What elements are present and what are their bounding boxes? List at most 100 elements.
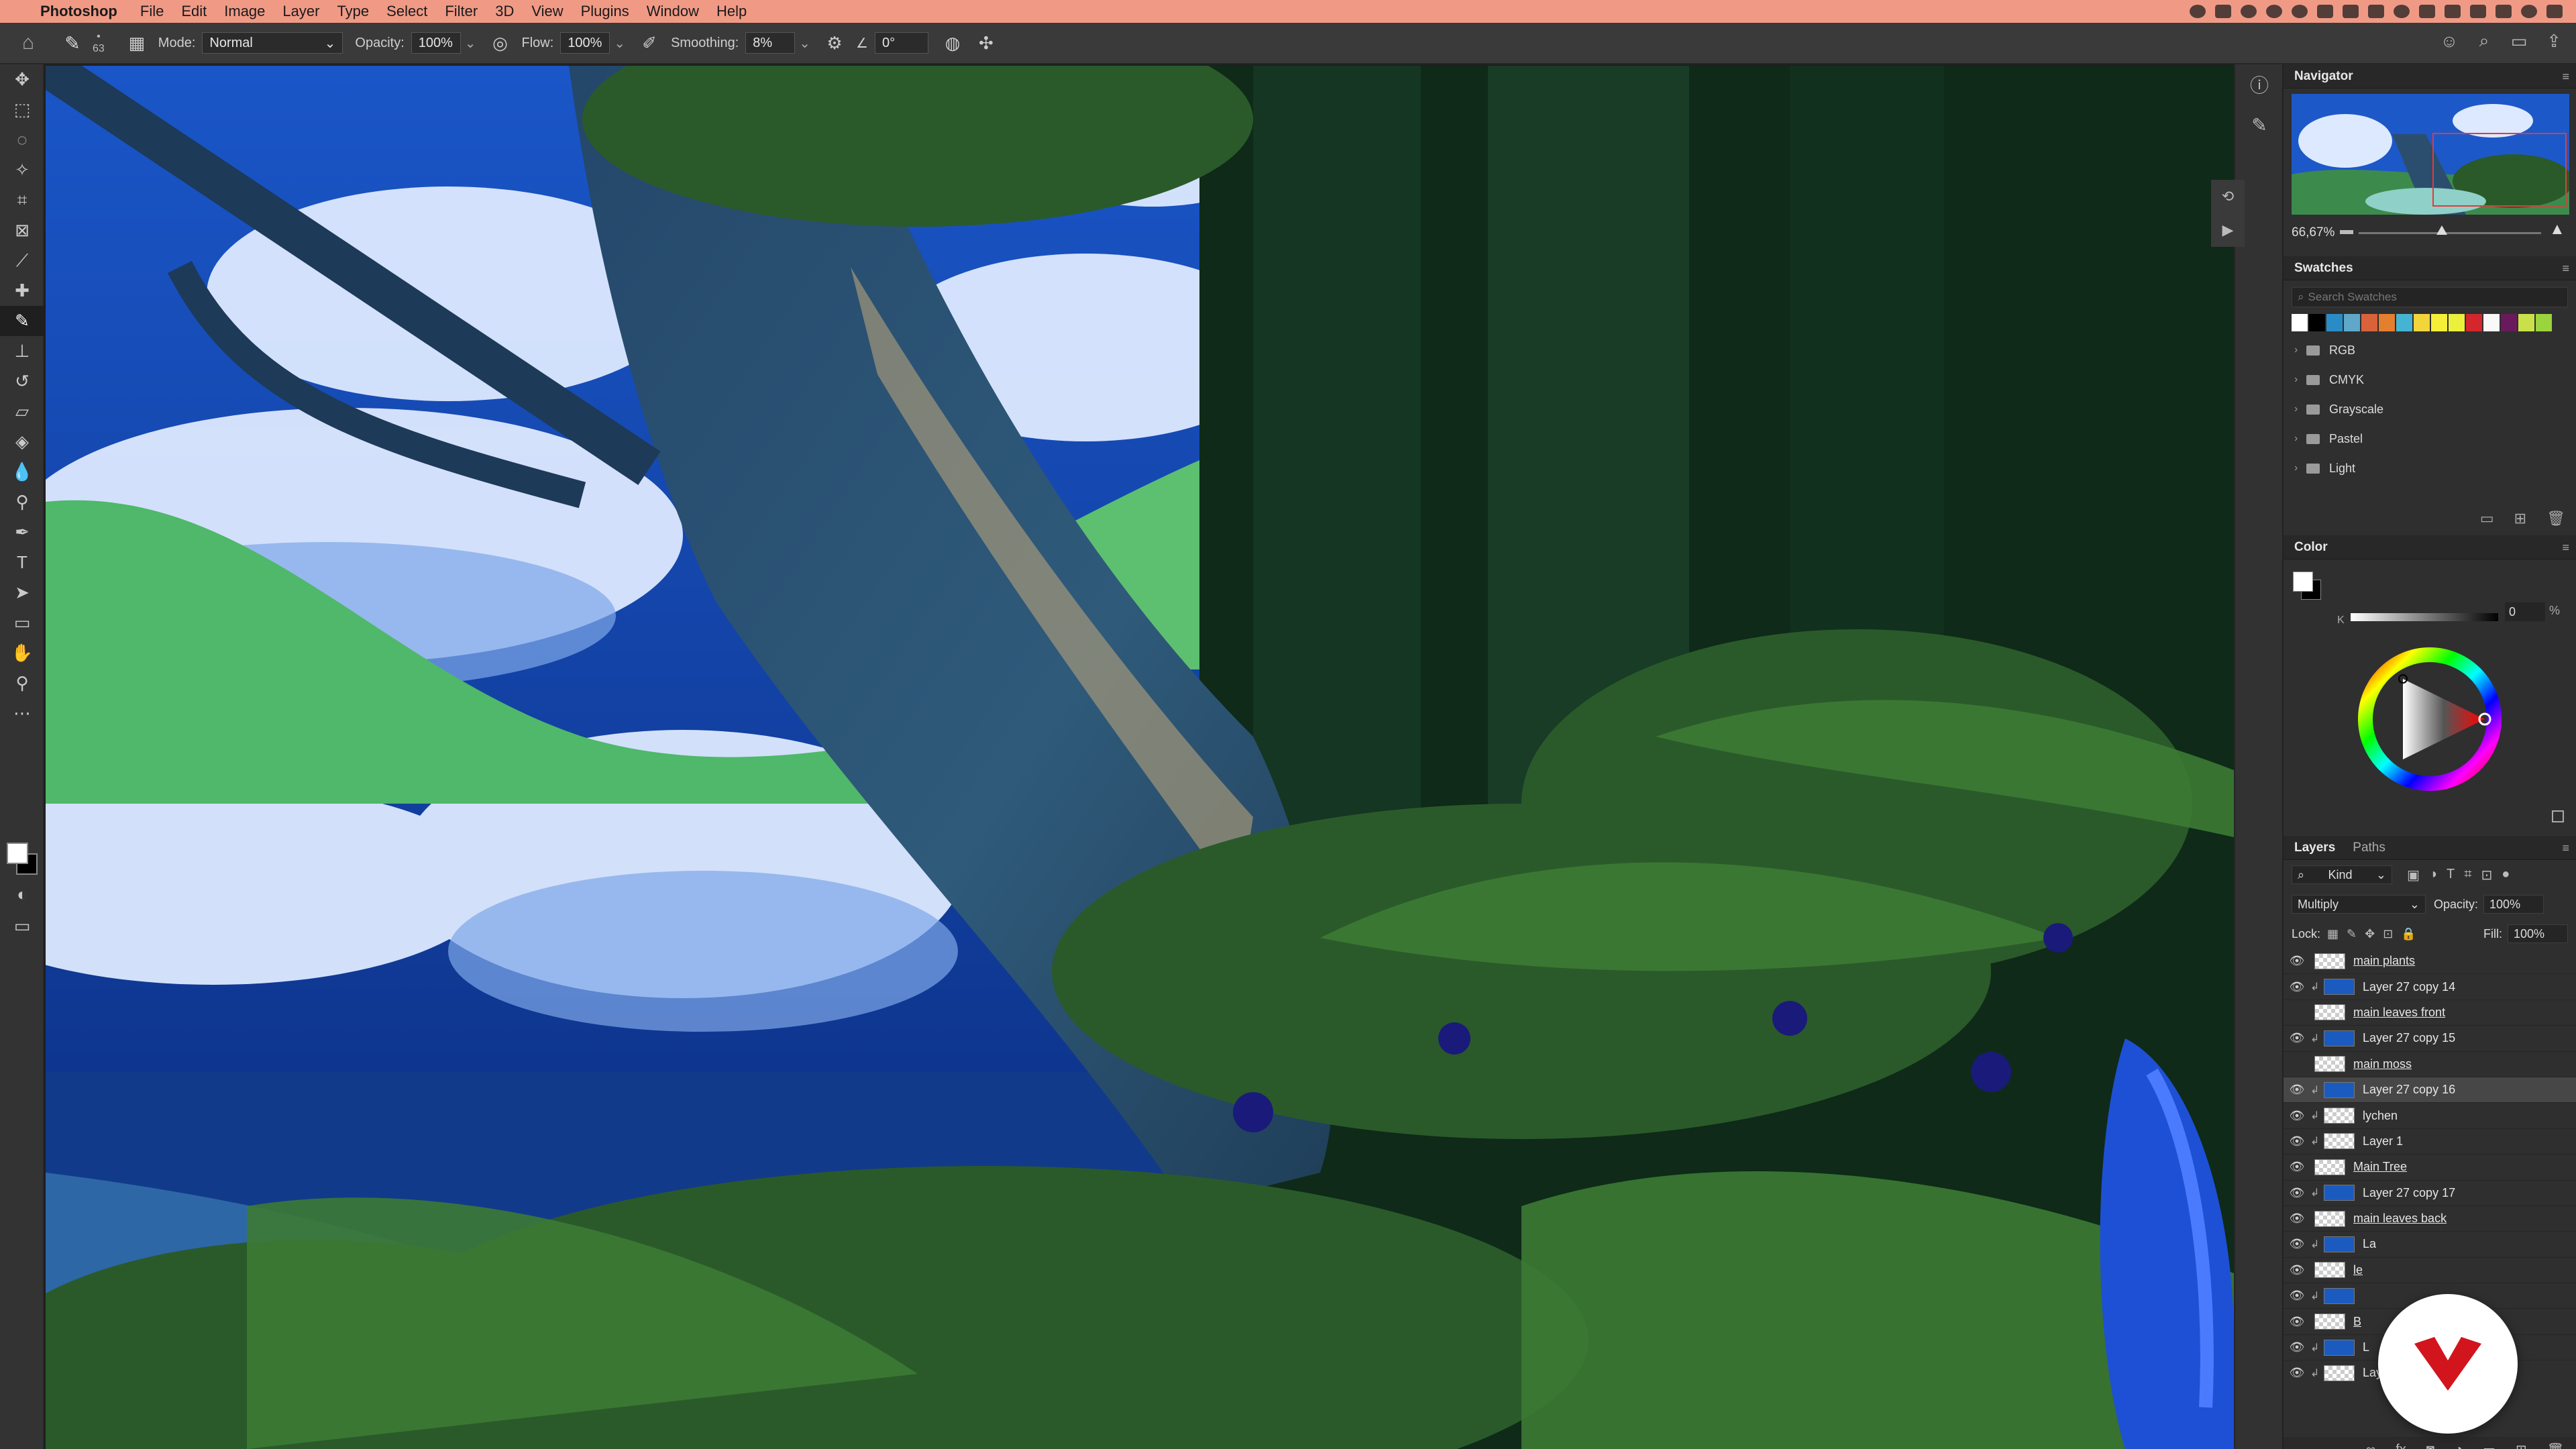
tab-paths[interactable]: Paths	[2353, 841, 2385, 855]
visibility-eye-icon[interactable]: 👁	[2284, 1186, 2310, 1200]
search-icon[interactable]: ⌕	[2473, 30, 2496, 52]
layer-thumbnail[interactable]	[2314, 1056, 2345, 1073]
navigator-zoom-slider[interactable]	[2359, 232, 2541, 234]
type-tool-icon[interactable]: T	[0, 547, 44, 578]
k-channel-slider[interactable]	[2351, 613, 2498, 621]
layer-row[interactable]: 👁 ↲ La	[2284, 1232, 2576, 1258]
lock-artboard-icon[interactable]: ⊡	[2383, 927, 2393, 941]
status-bluetooth-icon[interactable]	[2445, 5, 2461, 18]
status-controlcenter-icon[interactable]	[2546, 5, 2563, 18]
lock-all-icon[interactable]: 🔒	[2401, 927, 2416, 941]
lock-transparency-icon[interactable]: ▦	[2327, 927, 2339, 941]
layer-row[interactable]: 👁 ↲ lychen	[2284, 1103, 2576, 1129]
layer-thumbnail[interactable]	[2314, 953, 2345, 969]
actions-play-icon[interactable]: ▶	[2211, 213, 2245, 247]
filter-adjustment-icon[interactable]: ◑	[2429, 867, 2437, 883]
quick-mask-icon[interactable]: ◐	[0, 879, 44, 910]
new-group-folder-icon[interactable]: ▭	[2480, 510, 2494, 527]
crop-tool-icon[interactable]: ⌗	[0, 185, 44, 215]
smoothing-options-gear-icon[interactable]: ⚙	[822, 31, 847, 55]
navigator-zoom-handle[interactable]	[2436, 225, 2447, 235]
layer-row[interactable]: 👁 le	[2284, 1258, 2576, 1284]
status-record-icon[interactable]	[2241, 5, 2257, 18]
menu-3d[interactable]: 3D	[495, 3, 514, 20]
swatch-color[interactable]	[2449, 314, 2465, 331]
visibility-eye-icon[interactable]: 👁	[2284, 1289, 2310, 1303]
layer-thumbnail[interactable]	[2324, 1287, 2355, 1304]
zoom-tool-icon[interactable]: ⚲	[0, 668, 44, 698]
swatch-folder-cmyk[interactable]: › CMYK	[2292, 365, 2568, 394]
filter-type-icon[interactable]: T	[2447, 867, 2455, 883]
chevron-down-icon[interactable]: ⌄	[799, 35, 810, 52]
swatch-folder-grayscale[interactable]: › Grayscale	[2292, 394, 2568, 424]
lasso-tool-icon[interactable]: ◌	[0, 125, 44, 155]
menu-type[interactable]: Type	[337, 3, 369, 20]
visibility-eye-icon[interactable]: 👁	[2284, 980, 2310, 994]
link-layers-icon[interactable]: ∞	[2366, 1442, 2375, 1449]
brush-size-picker[interactable]: • 63	[93, 31, 105, 55]
pressure-opacity-icon[interactable]: ◎	[488, 31, 513, 55]
chevron-down-icon[interactable]: ⌄	[465, 35, 476, 52]
menu-file[interactable]: File	[140, 3, 164, 20]
app-name-menu[interactable]: Photoshop	[40, 3, 117, 20]
status-screen-icon[interactable]	[2215, 5, 2231, 18]
brush-settings-panel-icon[interactable]: ✎	[2235, 105, 2284, 145]
status-control-icon[interactable]	[2496, 5, 2512, 18]
swatch-color[interactable]	[2379, 314, 2395, 331]
share-icon[interactable]: ⇪	[2542, 30, 2565, 52]
panel-menu-icon[interactable]: ≡	[2562, 70, 2569, 84]
menu-filter[interactable]: Filter	[445, 3, 478, 20]
status-wifi-icon[interactable]	[2394, 5, 2410, 18]
lock-pixels-icon[interactable]: ✎	[2347, 927, 2357, 941]
visibility-eye-icon[interactable]: 👁	[2284, 1263, 2310, 1277]
menu-image[interactable]: Image	[224, 3, 265, 20]
path-selection-tool-icon[interactable]: ➤	[0, 578, 44, 608]
swatch-color[interactable]	[2466, 314, 2482, 331]
workspace-icon[interactable]: ▭	[2508, 30, 2530, 52]
layer-thumbnail[interactable]	[2324, 1108, 2355, 1124]
layer-thumbnail[interactable]	[2324, 1081, 2355, 1098]
layer-row[interactable]: 👁 ↲ Layer 27 copy 17	[2284, 1181, 2576, 1206]
navigator-view-frame[interactable]	[2432, 133, 2567, 207]
flow-input[interactable]: 100%	[560, 32, 610, 54]
brush-preset-icon[interactable]: ✎	[59, 30, 86, 56]
layer-thumbnail[interactable]	[2314, 1313, 2345, 1330]
visibility-eye-icon[interactable]: 👁	[2284, 1366, 2310, 1380]
status-display-icon[interactable]	[2368, 5, 2384, 18]
status-search-icon[interactable]	[2521, 5, 2537, 18]
swatch-color[interactable]	[2326, 314, 2343, 331]
panel-menu-icon[interactable]: ≡	[2562, 262, 2569, 276]
layer-thumbnail[interactable]	[2324, 979, 2355, 996]
more-tools-icon[interactable]: ⋯	[0, 698, 44, 729]
magic-wand-tool-icon[interactable]: ✧	[0, 155, 44, 185]
layer-thumbnail[interactable]	[2314, 1210, 2345, 1227]
menu-window[interactable]: Window	[647, 3, 699, 20]
layer-thumbnail[interactable]	[2324, 1185, 2355, 1201]
status-sync-icon[interactable]	[2266, 5, 2282, 18]
mode-select[interactable]: Normal ⌄	[202, 32, 343, 54]
panel-menu-icon[interactable]: ≡	[2562, 541, 2569, 555]
brush-tool-icon[interactable]: ✎	[0, 306, 44, 336]
menu-layer[interactable]: Layer	[282, 3, 319, 20]
navigator-zoom-value[interactable]: 66,67%	[2292, 225, 2334, 240]
layer-row[interactable]: main moss	[2284, 1052, 2576, 1077]
opacity-input[interactable]: 100%	[411, 32, 461, 54]
visibility-eye-icon[interactable]: 👁	[2284, 1340, 2310, 1354]
layer-row[interactable]: 👁 ↲ Layer 27 copy 15	[2284, 1026, 2576, 1052]
filter-pixel-icon[interactable]: ▣	[2407, 867, 2420, 883]
swatch-color[interactable]	[2344, 314, 2360, 331]
swatch-color[interactable]	[2309, 314, 2325, 331]
symmetry-icon[interactable]: ✣	[974, 31, 998, 55]
swatch-color[interactable]	[2518, 314, 2534, 331]
info-icon[interactable]: ⓘ	[2235, 64, 2284, 105]
visibility-eye-icon[interactable]: 👁	[2284, 1109, 2310, 1123]
layers-panel-header[interactable]: Layers Paths ≡	[2284, 836, 2576, 860]
adjustment-layer-icon[interactable]: ◑	[2455, 1442, 2463, 1449]
trash-icon[interactable]: 🗑	[2546, 510, 2565, 527]
layer-thumbnail[interactable]	[2324, 1236, 2355, 1252]
lock-position-icon[interactable]: ✥	[2365, 927, 2375, 941]
clone-stamp-tool-icon[interactable]: ⊥	[0, 336, 44, 366]
layer-row[interactable]: 👁 main leaves back	[2284, 1206, 2576, 1232]
rectangle-tool-icon[interactable]: ▭	[0, 608, 44, 638]
visibility-eye-icon[interactable]: 👁	[2284, 954, 2310, 968]
